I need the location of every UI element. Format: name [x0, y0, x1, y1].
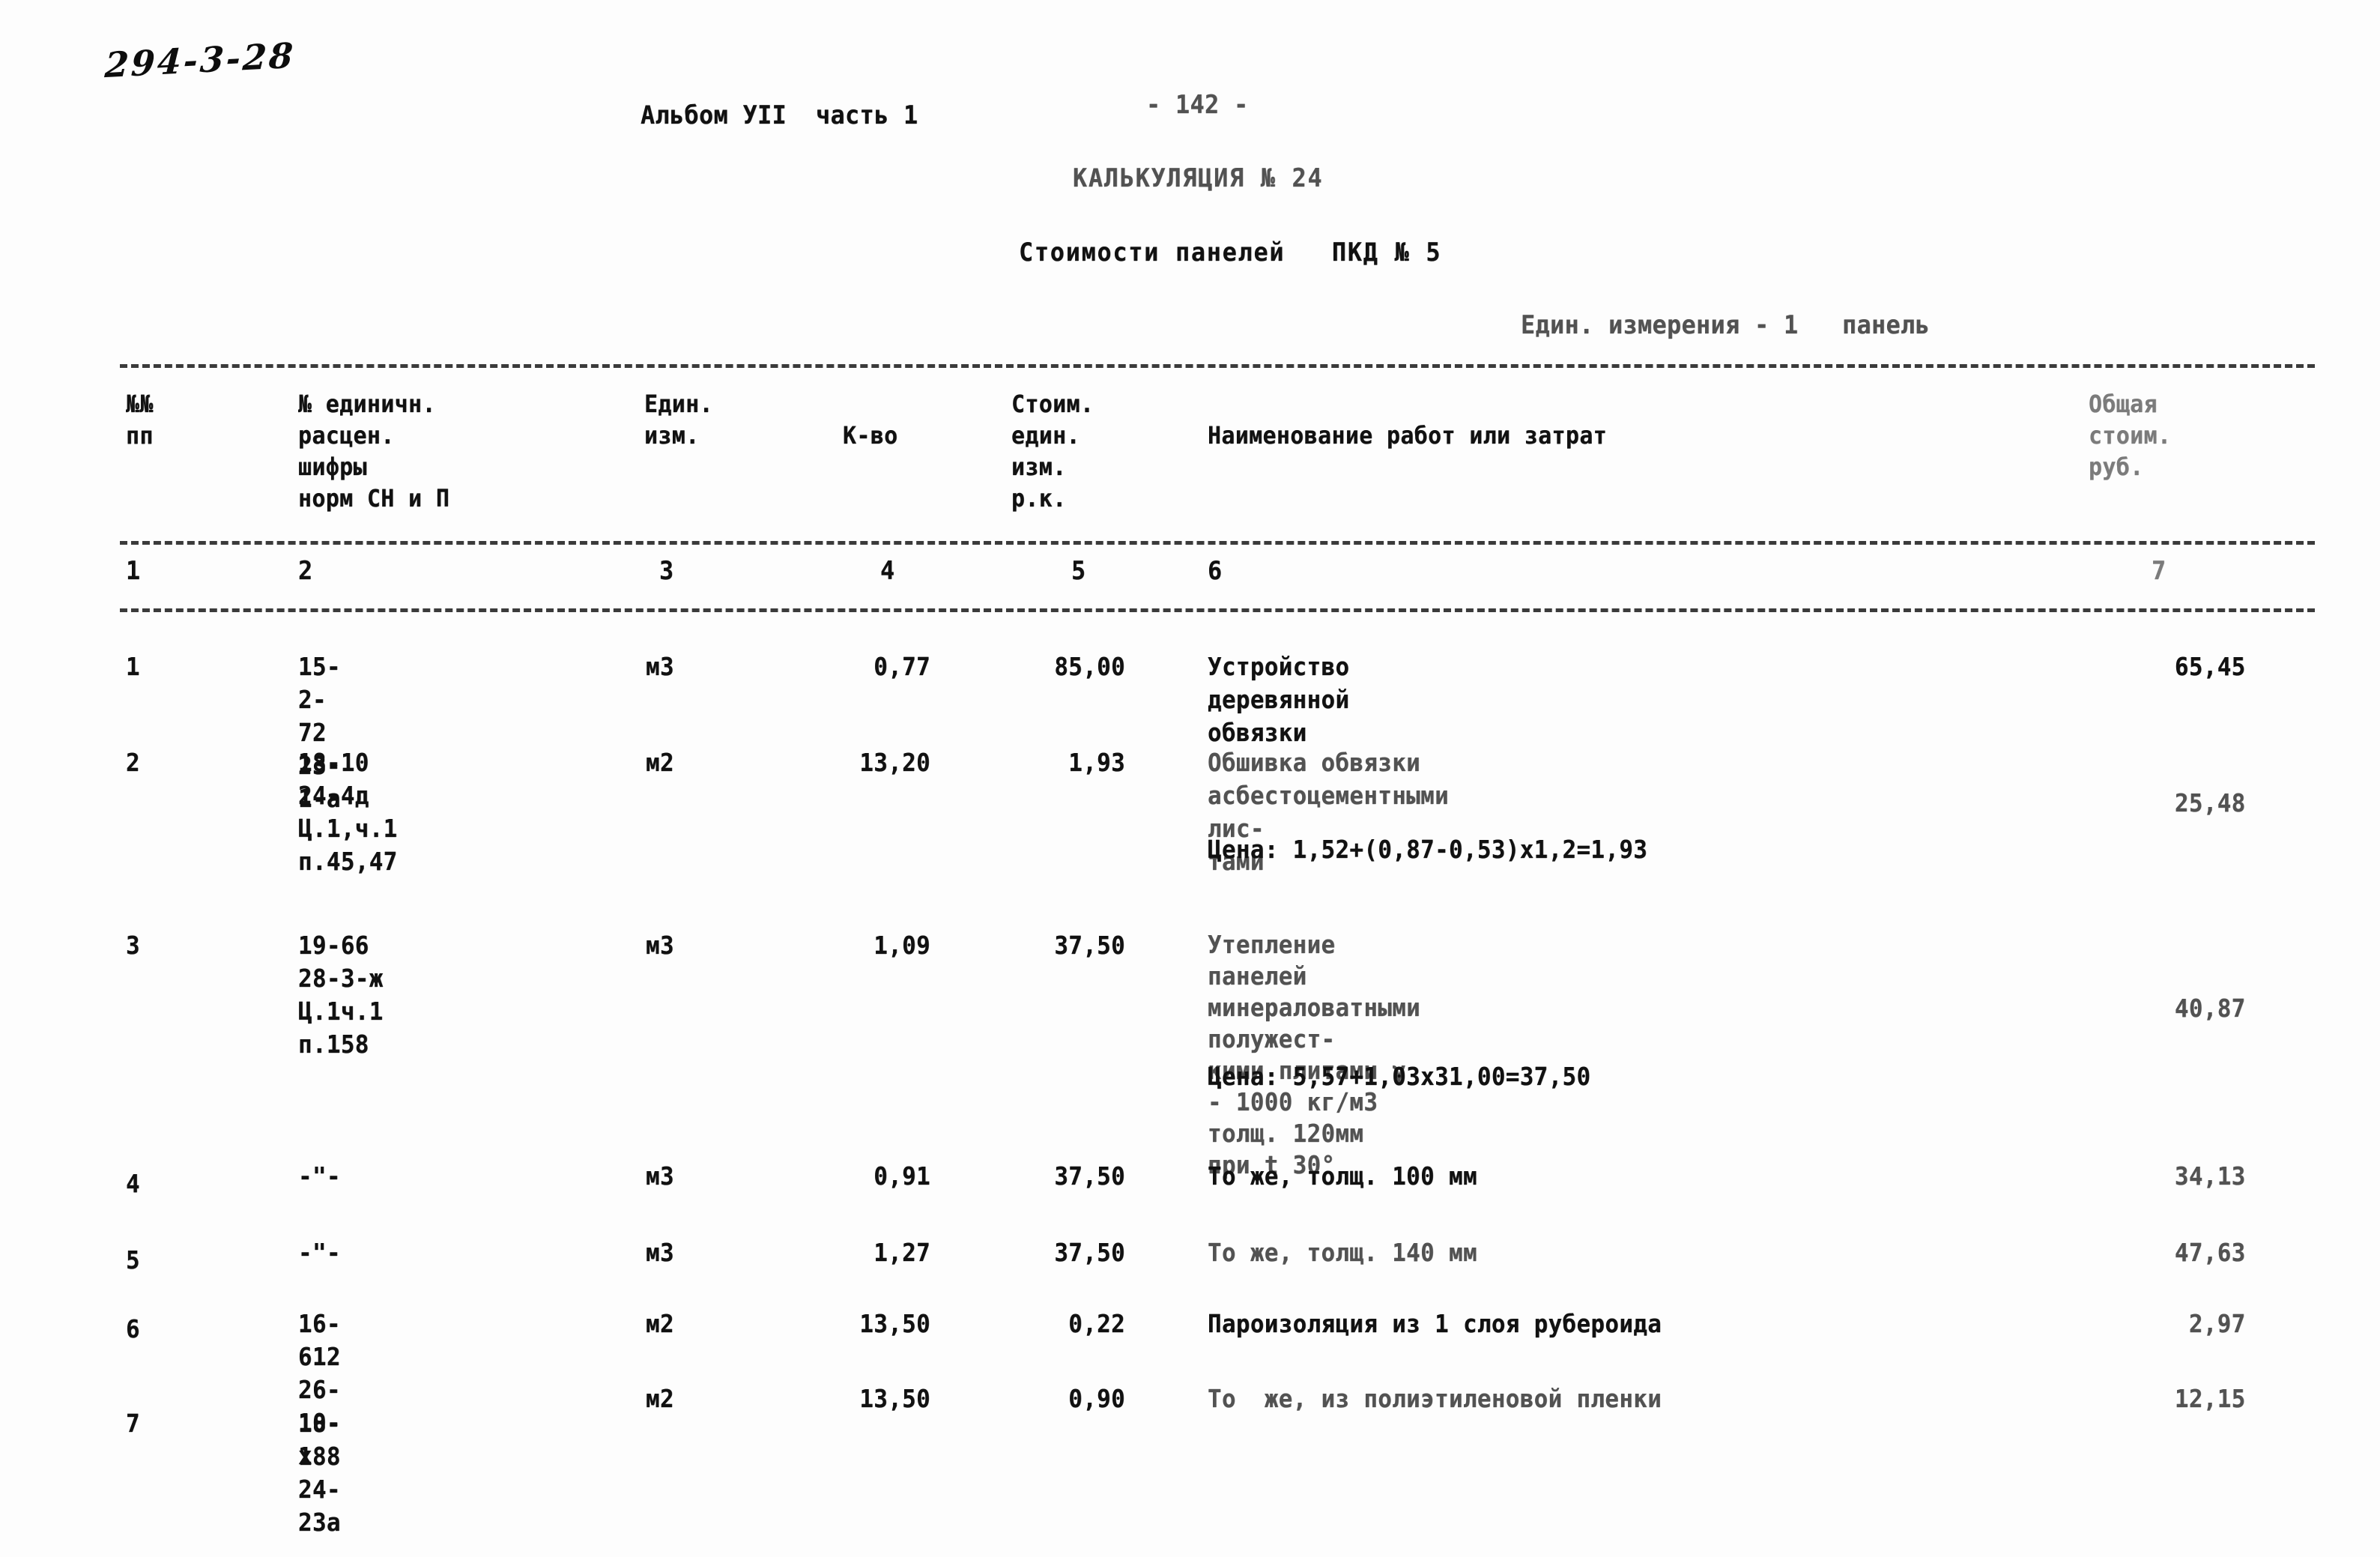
- cell-row-no: 3: [126, 931, 140, 960]
- calculation-title: КАЛЬКУЛЯЦИЯ № 24: [1073, 163, 1324, 193]
- cell-unit-cost: 1,93: [1068, 748, 1126, 777]
- cell-qty: 13,20: [859, 748, 931, 777]
- cell-row-no: 1: [126, 652, 140, 681]
- cell-description: То же, толщ. 100 мм: [1208, 1161, 1477, 1191]
- column-number-4: 4: [880, 556, 895, 586]
- cell-unit: м3: [646, 1238, 674, 1267]
- cell-row-no: 4: [126, 1169, 140, 1198]
- cell-unit: м3: [646, 1161, 674, 1191]
- cell-code: -"-: [298, 1161, 341, 1191]
- album-label: Альбом УII часть 1: [641, 100, 918, 130]
- cell-unit: м2: [646, 748, 674, 777]
- column-header-qty: К-во: [843, 421, 898, 450]
- column-header-code: № единичн. расцен. шифры норм СН и П: [298, 390, 450, 513]
- cell-total: 47,63: [2174, 1238, 2246, 1267]
- cell-total: 65,45: [2174, 652, 2246, 681]
- cell-total: 25,48: [2174, 788, 2246, 817]
- cell-code: 18-10 24-4д Ц.1,ч.1 п.45,47: [298, 748, 398, 876]
- cell-row-no: 6: [126, 1314, 140, 1343]
- cell-total: 34,13: [2174, 1161, 2246, 1191]
- cell-unit: м2: [646, 1309, 674, 1338]
- cell-unit-cost: 0,90: [1068, 1384, 1126, 1413]
- cell-qty: 0,91: [873, 1161, 931, 1191]
- column-number-2: 2: [298, 556, 313, 586]
- cell-description: То же, толщ. 140 мм: [1208, 1238, 1477, 1267]
- cell-unit-cost: 0,22: [1068, 1309, 1126, 1338]
- cell-qty: 1,09: [873, 931, 931, 960]
- cell-total: 12,15: [2174, 1384, 2246, 1413]
- column-header-unit: Един. изм.: [644, 390, 713, 450]
- unit-of-measure-note: Един. измерения - 1 панель: [1521, 310, 1931, 340]
- scanned-document-page: 294-3-28 Альбом УII часть 1 - 142 - КАЛЬ…: [0, 0, 2380, 1557]
- cell-unit-cost: 85,00: [1054, 652, 1126, 681]
- calculation-subtitle: Стоимости панелей ПКД № 5: [1019, 238, 1442, 267]
- column-header-unit-cost: Стоим. един. изм. р.к.: [1011, 390, 1094, 513]
- column-number-3: 3: [659, 556, 674, 586]
- cell-code: 18-188 24-23а: [298, 1409, 341, 1537]
- cell-code: 19-66 28-3-ж Ц.1ч.1 п.158: [298, 931, 384, 1059]
- table-colnum-rule: [120, 608, 2315, 612]
- cell-code: -"-: [298, 1238, 341, 1267]
- cell-unit: м2: [646, 1384, 674, 1413]
- table-top-rule: [120, 364, 2315, 368]
- cell-price-formula: Цена: 1,52+(0,87-0,53)х1,2=1,93: [1208, 835, 1648, 864]
- cell-unit-cost: 37,50: [1054, 1161, 1126, 1191]
- column-header-no: №№ пп: [126, 390, 154, 450]
- cell-description: Утепление панелей минераловатными полуже…: [1208, 930, 1421, 1179]
- column-number-6: 6: [1208, 556, 1223, 586]
- cell-description: Устройство деревянной обвязки: [1208, 652, 1350, 747]
- cell-unit-cost: 37,50: [1054, 1238, 1126, 1267]
- cell-description: Пароизоляция из 1 слоя рубероида: [1208, 1309, 1662, 1338]
- cell-total: 2,97: [2188, 1309, 2246, 1338]
- cell-qty: 13,50: [859, 1384, 931, 1413]
- cell-row-no: 7: [126, 1409, 140, 1438]
- cell-qty: 13,50: [859, 1309, 931, 1338]
- column-header-total: Общая стоим. руб.: [2089, 390, 2172, 481]
- handwritten-doc-code: 294-3-28: [103, 34, 297, 86]
- cell-description: То же, из полиэтиленовой пленки: [1208, 1384, 1662, 1413]
- page-number: - 142 -: [1146, 90, 1249, 120]
- cell-row-no: 5: [126, 1245, 140, 1275]
- cell-price-formula: Цена: 5,57+1,03х31,00=37,50: [1208, 1062, 1591, 1091]
- column-header-description: Наименование работ или затрат: [1208, 421, 1608, 450]
- cell-qty: 1,27: [873, 1238, 931, 1267]
- cell-unit: м3: [646, 652, 674, 681]
- cell-row-no: 2: [126, 748, 140, 777]
- column-number-5: 5: [1071, 556, 1086, 586]
- cell-unit: м3: [646, 931, 674, 960]
- column-number-1: 1: [126, 556, 141, 586]
- column-number-7: 7: [2152, 556, 2166, 586]
- cell-qty: 0,77: [873, 652, 931, 681]
- cell-total: 40,87: [2174, 994, 2246, 1023]
- table-header-rule: [120, 541, 2315, 545]
- cell-unit-cost: 37,50: [1054, 931, 1126, 960]
